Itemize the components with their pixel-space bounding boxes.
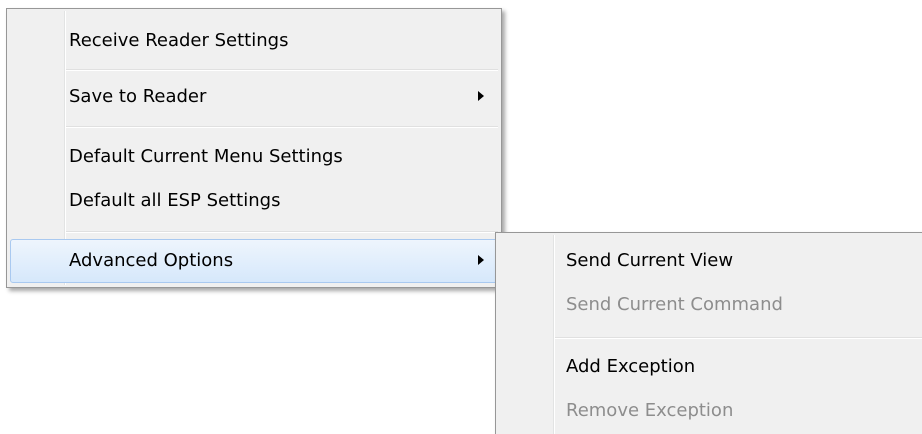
menu-item-label: Save to Reader (69, 86, 207, 107)
chevron-right-icon (478, 91, 484, 101)
menu-separator (66, 231, 498, 233)
context-menu: Receive Reader Settings Save to Reader D… (6, 8, 502, 288)
menu-item-label: Receive Reader Settings (69, 30, 289, 51)
menu-item-label: Add Exception (566, 356, 696, 377)
menu-item-label: Send Current View (566, 250, 734, 271)
submenu-item-add-exception[interactable]: Add Exception (499, 345, 922, 389)
menu-separator (555, 337, 922, 339)
menu-item-default-all-esp-settings[interactable]: Default all ESP Settings (10, 179, 498, 223)
submenu-item-send-current-view[interactable]: Send Current View (499, 239, 922, 283)
menu-separator (66, 126, 498, 128)
menu-item-label: Default Current Menu Settings (69, 146, 343, 167)
menu-item-receive-reader-settings[interactable]: Receive Reader Settings (10, 19, 498, 63)
screen: Receive Reader Settings Save to Reader D… (0, 0, 922, 434)
chevron-right-icon (478, 255, 484, 265)
menu-item-advanced-options[interactable]: Advanced Options (10, 239, 498, 283)
menu-item-default-current-menu-settings[interactable]: Default Current Menu Settings (10, 135, 498, 179)
advanced-options-submenu: Send Current View Send Current Command A… (495, 232, 922, 434)
menu-item-label: Remove Exception (566, 400, 734, 421)
menu-item-label: Default all ESP Settings (69, 190, 281, 211)
menu-item-label: Send Current Command (566, 294, 783, 315)
menu-item-label: Advanced Options (69, 250, 234, 271)
menu-item-save-to-reader[interactable]: Save to Reader (10, 75, 498, 119)
submenu-item-send-current-command[interactable]: Send Current Command (499, 283, 922, 327)
menu-separator (66, 69, 498, 71)
submenu-item-remove-exception[interactable]: Remove Exception (499, 389, 922, 433)
